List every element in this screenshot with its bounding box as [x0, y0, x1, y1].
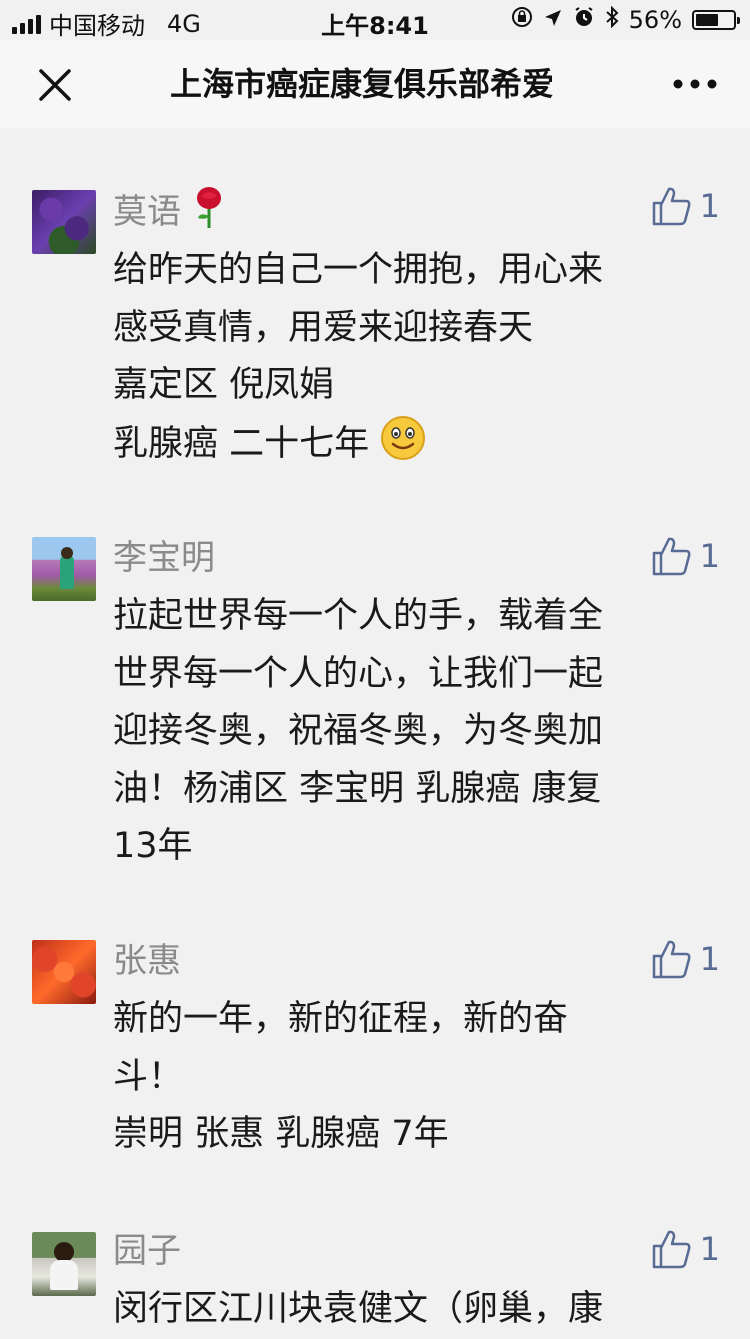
- like-count: 1: [699, 1230, 720, 1268]
- comment-text: 给昨天的自己一个拥抱，用心来 感受真情，用爱来迎接春天 嘉定区 倪凤娟 乳腺癌 …: [113, 242, 713, 479]
- like-count: 1: [699, 940, 720, 978]
- nav-bar: 上海市癌症康复俱乐部希爱: [0, 40, 750, 128]
- avatar[interactable]: [32, 1232, 96, 1296]
- comment-line: 崇明 张惠 乳腺癌 7年: [113, 1114, 449, 1154]
- comment-text: 拉起世界每一个人的手，载着全 世界每一个人的心，让我们一起 迎接冬奥，祝福冬奥，…: [113, 588, 713, 876]
- like-count: 1: [699, 537, 720, 575]
- comment-line: 迎接冬奥，祝福冬奥，为冬奥加: [113, 711, 604, 751]
- location-icon: [543, 6, 563, 34]
- commenter-name[interactable]: 李宝明: [113, 536, 215, 580]
- more-dots-icon: [673, 79, 717, 89]
- rose-icon: [192, 186, 226, 241]
- thumbs-up-icon: [652, 187, 691, 226]
- thumbs-up-icon: [652, 1230, 691, 1269]
- thumbs-up-icon: [652, 537, 691, 576]
- comment-line: 闵行区江川块袁健文（卵巢，康: [113, 1289, 604, 1329]
- comment-text: 闵行区江川块袁健文（卵巢，康: [113, 1281, 713, 1339]
- comment-text: 新的一年，新的征程，新的奋 斗！ 崇明 张惠 乳腺癌 7年: [113, 991, 713, 1164]
- bluetooth-icon: [605, 5, 619, 34]
- page-title: 上海市癌症康复俱乐部希爱: [170, 65, 555, 103]
- comment-line: 拉起世界每一个人的手，载着全: [113, 596, 604, 636]
- like-count: 1: [699, 187, 720, 225]
- comment-line: 世界每一个人的心，让我们一起: [113, 653, 604, 694]
- alarm-icon: [573, 6, 595, 34]
- commenter-name[interactable]: 张惠: [113, 939, 181, 983]
- like-button[interactable]: 1: [652, 1229, 720, 1269]
- avatar[interactable]: [32, 537, 96, 601]
- battery-icon: [692, 10, 740, 30]
- comment-line: 感受真情，用爱来迎接春天: [113, 307, 534, 348]
- like-button[interactable]: 1: [652, 939, 720, 979]
- close-icon: [39, 69, 71, 101]
- avatar[interactable]: [32, 190, 96, 254]
- orientation-lock-icon: [511, 6, 533, 34]
- battery-percent: 56%: [628, 6, 682, 34]
- avatar[interactable]: [32, 940, 96, 1004]
- like-button[interactable]: 1: [652, 536, 720, 576]
- comment-line: 新的一年，新的征程，新的奋: [113, 999, 569, 1039]
- comment-line: 乳腺癌 二十七年: [113, 423, 370, 464]
- comment-line: 给昨天的自己一个拥抱，用心来: [113, 250, 604, 290]
- commenter-name[interactable]: 园子: [113, 1229, 181, 1273]
- thumbs-up-icon: [652, 940, 691, 979]
- comment-line: 油！杨浦区 李宝明 乳腺癌 康复: [113, 768, 602, 809]
- status-bar: 中国移动 4G 上午8:41 56%: [0, 0, 750, 40]
- close-button[interactable]: [30, 60, 80, 110]
- more-button[interactable]: [670, 64, 720, 104]
- like-button[interactable]: 1: [652, 186, 720, 226]
- comment-line: 嘉定区 倪凤娟: [113, 365, 335, 405]
- commenter-name[interactable]: 莫语: [113, 192, 181, 232]
- comment-line: 13年: [113, 826, 193, 866]
- smile-emoji-icon: [380, 415, 426, 480]
- comment-line: 斗！: [113, 1056, 184, 1097]
